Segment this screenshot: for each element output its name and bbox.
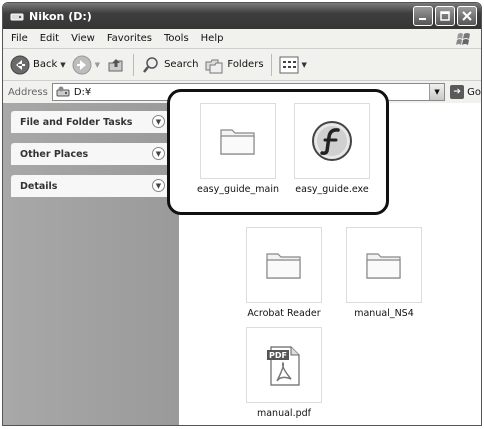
file-item[interactable]: manual_NS4 xyxy=(339,227,429,319)
flash-icon xyxy=(312,121,352,161)
views-grid-icon xyxy=(279,56,299,73)
file-name: manual_NS4 xyxy=(354,308,414,319)
file-item-easy-guide-main[interactable]: easy_guide_main xyxy=(193,103,283,195)
address-path: D:¥ xyxy=(73,86,92,98)
maximize-icon xyxy=(440,11,450,21)
thumbnail xyxy=(294,103,370,179)
go-label: Go xyxy=(467,86,481,98)
back-button[interactable]: Back ▼ xyxy=(7,52,69,78)
chevron-down-icon[interactable]: ▼ xyxy=(152,147,165,160)
close-button[interactable] xyxy=(457,6,477,26)
task-pane: File and Folder Tasks ▼ Other Places ▼ D… xyxy=(3,103,179,425)
folders-button[interactable]: Folders xyxy=(201,52,266,78)
explorer-window: Nikon (D:) File Edit View Favorites Tool… xyxy=(2,2,482,426)
drive-icon xyxy=(56,86,70,97)
menu-edit[interactable]: Edit xyxy=(34,33,65,44)
task-other-places[interactable]: Other Places ▼ xyxy=(11,143,169,165)
menu-view[interactable]: View xyxy=(65,33,101,44)
forward-dropdown-icon[interactable]: ▼ xyxy=(95,61,100,69)
go-button[interactable]: ➔ Go xyxy=(450,85,481,99)
address-label: Address xyxy=(8,86,48,98)
pdf-badge-text: PDF xyxy=(269,351,287,360)
up-button[interactable] xyxy=(103,52,129,78)
file-item[interactable]: PDF manual.pdf xyxy=(239,327,329,419)
windows-flag-icon xyxy=(455,31,473,47)
minimize-icon xyxy=(419,18,426,20)
task-label: Other Places xyxy=(20,148,89,160)
views-button[interactable]: ▼ xyxy=(276,52,310,78)
task-label: Details xyxy=(20,180,58,192)
folder-up-icon xyxy=(108,58,123,71)
title-bar[interactable]: Nikon (D:) xyxy=(3,3,481,29)
file-item-easy-guide-exe[interactable]: easy_guide.exe xyxy=(287,103,377,195)
menu-help[interactable]: Help xyxy=(195,33,230,44)
search-button[interactable]: Search xyxy=(138,52,201,78)
toolbar-separator xyxy=(270,53,272,76)
back-label: Back xyxy=(33,59,58,70)
thumbnail xyxy=(246,227,322,303)
chevron-down-icon[interactable]: ▼ xyxy=(152,179,165,192)
task-details[interactable]: Details ▼ xyxy=(11,175,169,197)
close-icon xyxy=(462,11,472,21)
views-dropdown-icon[interactable]: ▼ xyxy=(302,61,307,69)
file-name: easy_guide.exe xyxy=(295,184,369,195)
menu-favorites[interactable]: Favorites xyxy=(101,33,158,44)
thumbnail: PDF xyxy=(246,327,322,403)
minimize-button[interactable] xyxy=(413,6,433,26)
file-name: easy_guide_main xyxy=(196,184,280,195)
toolbar: Back ▼ ▼ Search Folders ▼ xyxy=(3,49,481,81)
menu-file[interactable]: File xyxy=(3,33,34,44)
file-item[interactable]: Acrobat Reader xyxy=(239,227,329,319)
forward-button[interactable]: ▼ xyxy=(69,52,103,78)
folder-icon xyxy=(366,253,401,279)
file-name: Acrobat Reader xyxy=(247,308,321,319)
folder-icon xyxy=(220,129,255,155)
task-file-and-folder[interactable]: File and Folder Tasks ▼ xyxy=(11,111,169,133)
window-title: Nikon (D:) xyxy=(29,9,92,23)
thumbnail xyxy=(346,227,422,303)
search-icon xyxy=(143,56,158,73)
task-label: File and Folder Tasks xyxy=(20,116,133,128)
menu-bar: File Edit View Favorites Tools Help xyxy=(3,29,481,49)
go-arrow-icon: ➔ xyxy=(450,85,465,99)
chevron-down-icon[interactable]: ▼ xyxy=(152,115,165,128)
back-arrow-icon xyxy=(10,55,30,74)
menu-tools[interactable]: Tools xyxy=(158,33,195,44)
drive-icon xyxy=(9,9,25,23)
search-label: Search xyxy=(164,59,199,70)
address-dropdown-button[interactable]: ▼ xyxy=(429,84,445,100)
file-name: manual.pdf xyxy=(256,408,311,419)
folders-icon xyxy=(205,59,223,73)
thumbnail xyxy=(200,103,276,179)
folders-label: Folders xyxy=(227,59,264,70)
pdf-icon: PDF xyxy=(267,346,300,386)
back-dropdown-icon[interactable]: ▼ xyxy=(60,61,65,69)
toolbar-separator xyxy=(133,53,135,76)
maximize-button[interactable] xyxy=(435,6,455,26)
forward-arrow-icon xyxy=(72,55,92,74)
folder-icon xyxy=(266,253,301,279)
